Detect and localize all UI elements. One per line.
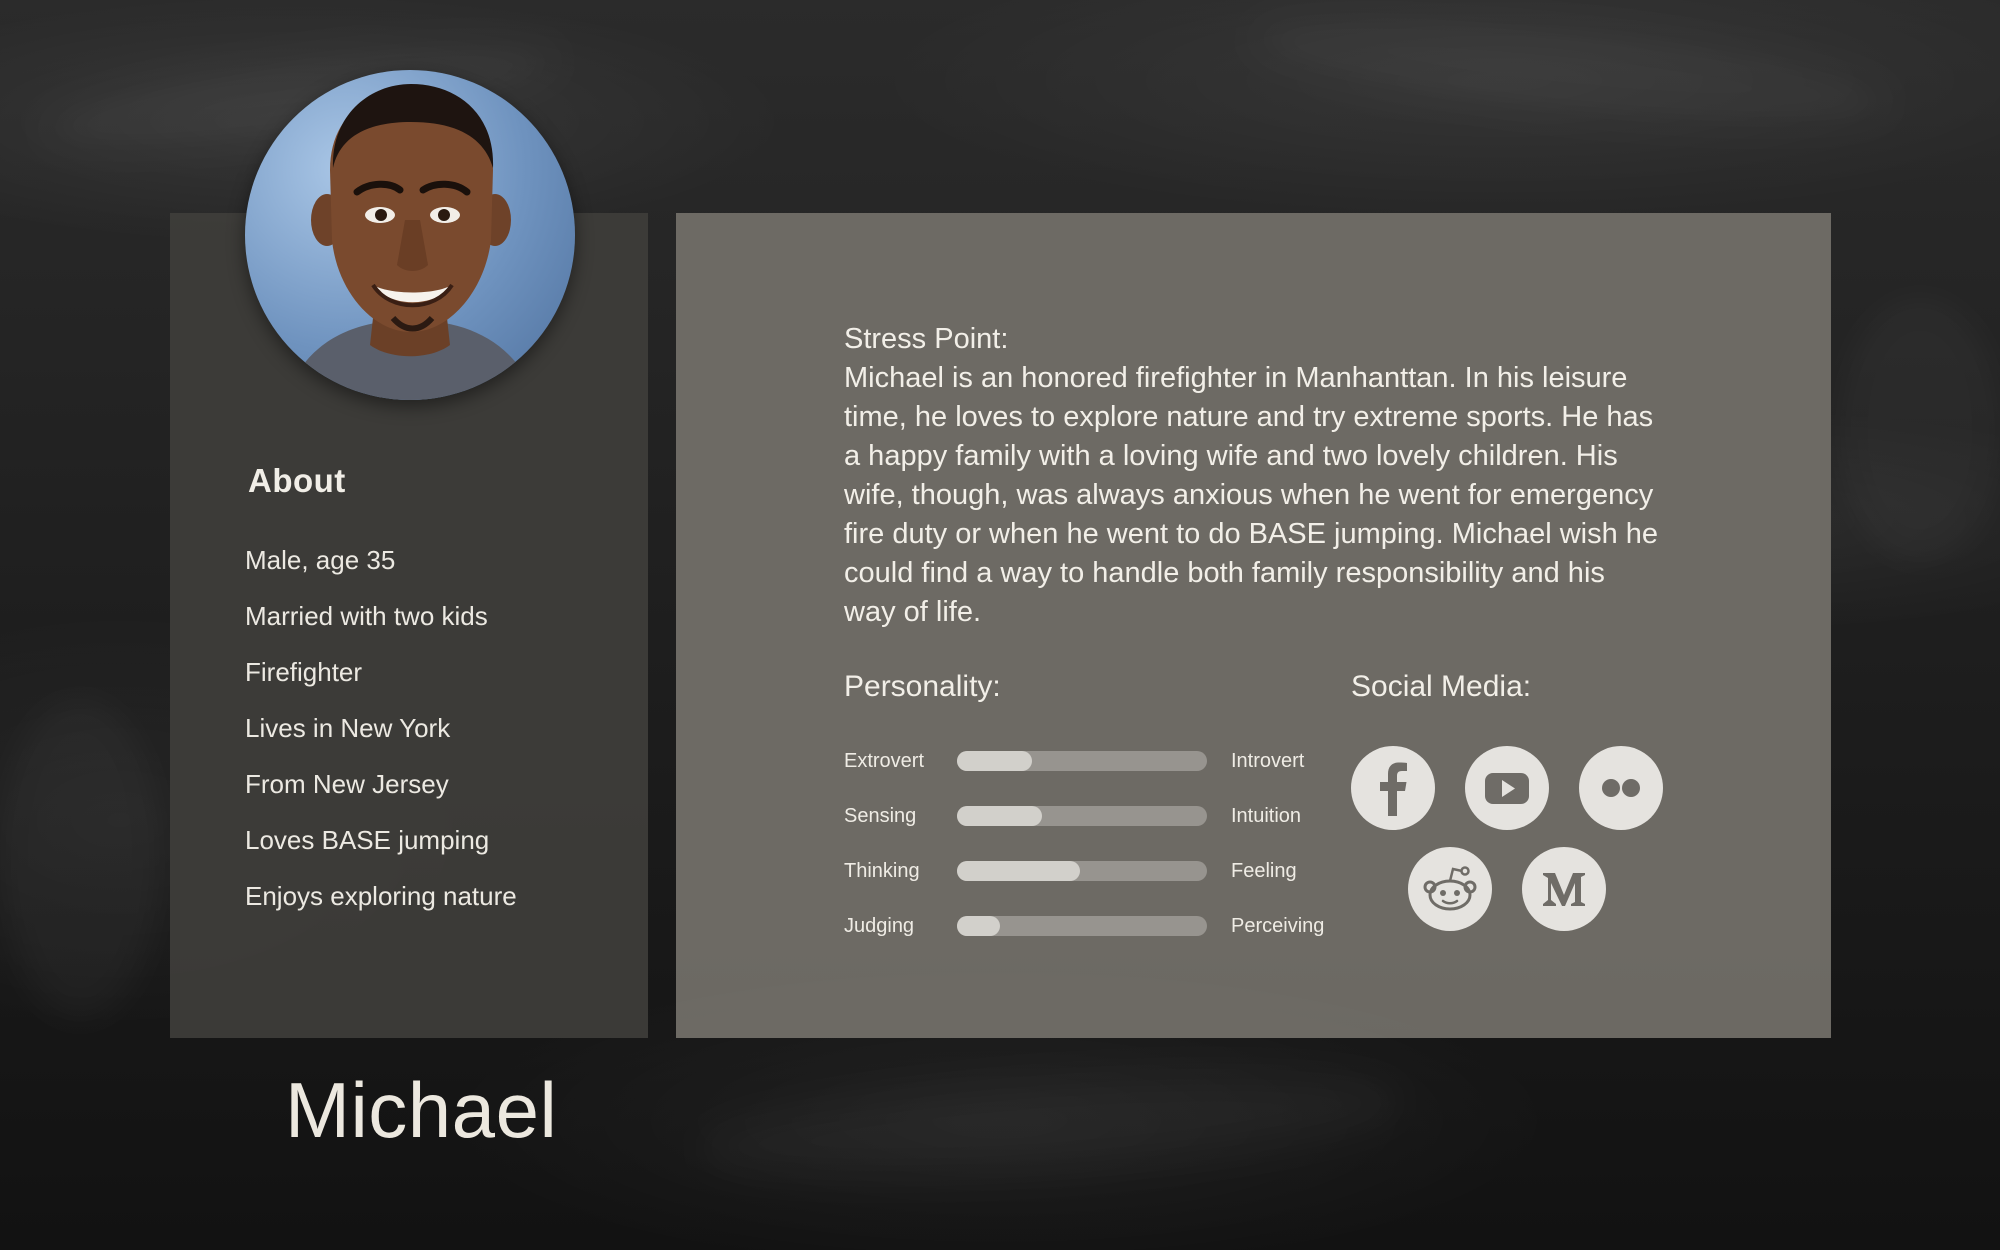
medium-icon[interactable] bbox=[1522, 847, 1606, 931]
trait-left-label: Sensing bbox=[844, 805, 917, 827]
trait-left-label: Judging bbox=[844, 915, 915, 937]
trait-row: Judging Perceiving bbox=[844, 909, 1404, 949]
trait-right-label: Feeling bbox=[1231, 860, 1297, 882]
avatar bbox=[245, 70, 575, 400]
stress-point-label: Stress Point: bbox=[844, 323, 1009, 355]
trait-row: Thinking Feeling bbox=[844, 854, 1404, 894]
about-item-interest: Enjoys exploring nature bbox=[245, 881, 517, 911]
background-texture bbox=[0, 700, 160, 1020]
flickr-icon[interactable] bbox=[1579, 746, 1663, 830]
stress-point-text: Michael is an honored firefighter in Man… bbox=[844, 362, 1659, 628]
about-item-occupation: Firefighter bbox=[245, 657, 363, 687]
about-list: Male, age 35 Married with two kids Firef… bbox=[245, 543, 517, 935]
personality-title: Personality: bbox=[844, 670, 1001, 703]
background-texture bbox=[1840, 300, 2000, 560]
about-item-residence: Lives in New York bbox=[245, 713, 451, 743]
trait-slider-track bbox=[957, 751, 1207, 771]
trait-row: Extrovert Introvert bbox=[844, 744, 1404, 784]
trait-slider-fill bbox=[957, 916, 1000, 936]
trait-slider-fill bbox=[957, 751, 1032, 771]
background-texture bbox=[698, 1056, 1403, 1195]
trait-right-label: Introvert bbox=[1231, 750, 1305, 772]
youtube-icon[interactable] bbox=[1465, 746, 1549, 830]
details-panel: Stress Point: Michael is an honored fire… bbox=[676, 213, 1831, 1038]
trait-left-label: Extrovert bbox=[844, 750, 925, 772]
stress-point-section: Stress Point: Michael is an honored fire… bbox=[844, 320, 1664, 632]
facebook-icon[interactable] bbox=[1351, 746, 1435, 830]
about-item-origin: From New Jersey bbox=[245, 769, 449, 799]
trait-left-label: Thinking bbox=[844, 860, 920, 882]
trait-slider-track bbox=[957, 916, 1207, 936]
about-item-gender-age: Male, age 35 bbox=[245, 545, 396, 575]
trait-row: Sensing Intuition bbox=[844, 799, 1404, 839]
reddit-icon[interactable] bbox=[1408, 847, 1492, 931]
about-item-family: Married with two kids bbox=[245, 601, 488, 631]
trait-slider-fill bbox=[957, 861, 1080, 881]
avatar-portrait bbox=[285, 84, 537, 400]
about-item-hobby: Loves BASE jumping bbox=[245, 825, 490, 855]
trait-right-label: Perceiving bbox=[1231, 915, 1325, 937]
social-media-title: Social Media: bbox=[1351, 670, 1532, 703]
trait-right-label: Intuition bbox=[1231, 805, 1302, 827]
background-texture bbox=[1248, 0, 1893, 143]
about-title: About bbox=[248, 462, 346, 499]
trait-slider-fill bbox=[957, 806, 1042, 826]
trait-slider-track bbox=[957, 806, 1207, 826]
persona-name: Michael bbox=[285, 1066, 558, 1154]
trait-slider-track bbox=[957, 861, 1207, 881]
